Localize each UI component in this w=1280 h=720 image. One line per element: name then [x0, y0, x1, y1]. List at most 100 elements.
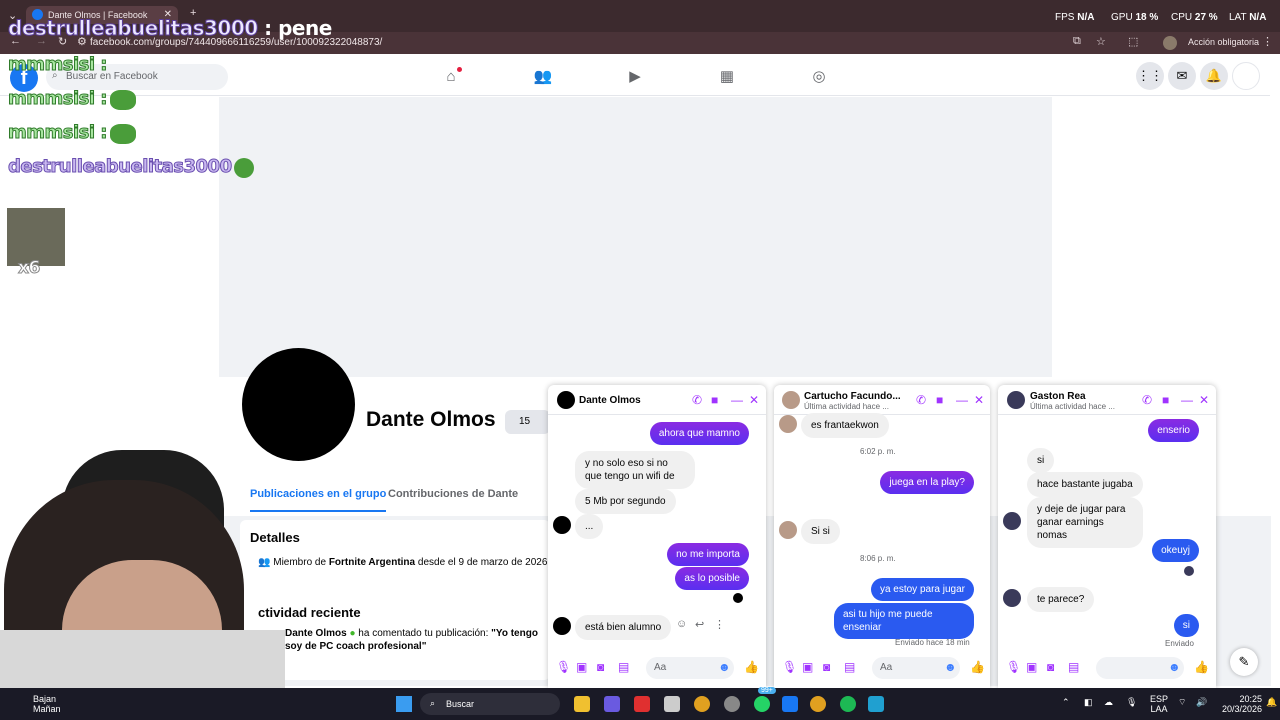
sticker-icon[interactable]: ◙ [823, 660, 830, 674]
tray-expand-icon[interactable]: ⌃ [1062, 697, 1070, 708]
message-in: te parece? [1027, 587, 1095, 612]
clock[interactable]: 20:25 20/3/2026 [1222, 694, 1262, 714]
groups-icon[interactable]: ◎ [808, 66, 830, 88]
react-icon[interactable]: ☺ [676, 618, 687, 630]
mic-icon[interactable]: 🎙 [556, 660, 571, 674]
perf-lat: LAT N/A [1229, 12, 1267, 23]
phone-icon[interactable]: ✆ [916, 393, 926, 407]
mic-icon[interactable]: 🎙 [782, 660, 797, 674]
menu-grid-icon[interactable]: ⋮⋮ [1136, 62, 1164, 90]
chat-header[interactable]: Dante Olmos ✆ ■ — ✕ [548, 385, 766, 415]
message-out: ya estoy para jugar [870, 578, 974, 601]
marketplace-icon[interactable]: ▦ [716, 66, 738, 88]
group-link[interactable]: Fortnite Argentina [329, 557, 415, 568]
friends-icon[interactable]: 👥 [532, 66, 554, 88]
reply-icon[interactable]: ↩ [695, 618, 704, 631]
wifi-icon[interactable]: ⌔ [1178, 697, 1186, 708]
facebook-app-icon[interactable] [782, 696, 798, 712]
message-in: Si si [801, 519, 840, 544]
sticker-icon[interactable]: ◙ [597, 660, 604, 674]
close-icon[interactable]: ✕ [1199, 393, 1209, 407]
taskbar-search[interactable]: ⌕ Buscar [420, 693, 560, 715]
chat-name[interactable]: Gaston Rea [1030, 391, 1086, 402]
minimize-icon[interactable]: — [731, 393, 743, 407]
photo-icon[interactable]: ▣ [576, 660, 587, 674]
bookmark-star-icon[interactable]: ☆ [1096, 35, 1106, 48]
browser-menu-icon[interactable]: ⋮ [1262, 35, 1273, 48]
tray-icon[interactable]: ◧ [1084, 697, 1093, 708]
message-out: as lo posible [675, 567, 749, 590]
extensions-icon[interactable]: ⬚ [1128, 35, 1138, 48]
minimize-icon[interactable]: — [1181, 393, 1193, 407]
action-required-button[interactable]: Acción obligatoria [1188, 37, 1259, 47]
message-in: y deje de jugar para ganar earnings noma… [1027, 497, 1143, 548]
emoji-icon[interactable]: ☻ [1168, 660, 1181, 674]
overlay-line-2: mmmsisi : [8, 88, 109, 110]
chat-avatar[interactable] [1007, 391, 1025, 409]
close-icon[interactable]: ✕ [974, 393, 984, 407]
chat-avatar [779, 415, 797, 433]
notification-center-icon[interactable]: 🔔 [1266, 697, 1277, 708]
close-icon[interactable]: ✕ [749, 393, 759, 407]
photo-icon[interactable]: ▣ [1026, 660, 1037, 674]
chat-name[interactable]: Dante Olmos [579, 395, 641, 406]
install-icon[interactable]: ⧉ [1073, 35, 1081, 48]
gif-icon[interactable]: ▤ [1068, 660, 1079, 674]
seen-indicator [733, 593, 743, 603]
like-icon[interactable]: 👍 [970, 660, 985, 674]
like-icon[interactable]: 👍 [744, 660, 759, 674]
overlay-multiplier: x6 [18, 258, 41, 279]
emoji-icon[interactable]: ☻ [718, 660, 731, 674]
minimize-icon[interactable]: — [956, 393, 968, 407]
whatsapp-icon[interactable] [754, 696, 770, 712]
badge-count[interactable]: 15 [505, 410, 550, 434]
account-avatar[interactable] [1232, 62, 1260, 90]
activity-user[interactable]: Dante Olmos [285, 628, 347, 639]
app-icon[interactable] [868, 696, 884, 712]
chat-header[interactable]: Cartucho Facundo... Última actividad hac… [774, 385, 990, 415]
app-icon[interactable] [724, 696, 740, 712]
weather-widget[interactable]: Bajan Mañan [33, 694, 61, 714]
mic-icon[interactable]: 🎙 [1006, 660, 1021, 674]
tab-contributions[interactable]: Contribuciones de Dante [388, 488, 518, 500]
file-explorer-icon[interactable] [574, 696, 590, 712]
windows-start-icon[interactable] [396, 696, 412, 712]
message-in: 5 Mb por segundo [575, 489, 676, 514]
chat-name[interactable]: Cartucho Facundo... [804, 391, 901, 402]
perf-cpu: CPU 27 % [1171, 12, 1218, 23]
like-icon[interactable]: 👍 [1194, 660, 1209, 674]
chat-avatar[interactable] [557, 391, 575, 409]
messenger-icon[interactable]: ✉ [1168, 62, 1196, 90]
gif-icon[interactable]: ▤ [844, 660, 855, 674]
video-call-icon[interactable]: ■ [936, 393, 943, 407]
microphone-icon[interactable]: 🎙 [1126, 697, 1137, 708]
emoji-icon[interactable]: ☻ [944, 660, 957, 674]
chat-header[interactable]: Gaston Rea Última actividad hace ... ✆ ■… [998, 385, 1216, 415]
chrome-icon[interactable] [694, 696, 710, 712]
phone-icon[interactable]: ✆ [1142, 393, 1152, 407]
chat-window-cartucho: Cartucho Facundo... Última actividad hac… [774, 385, 990, 688]
app-icon[interactable] [604, 696, 620, 712]
facebook-header: f Buscar en Facebook ⌕ ⌂ 👥 ▶ ▦ ◎ ⋮⋮ ✉ 🔔 [0, 58, 1270, 96]
app-icon[interactable] [634, 696, 650, 712]
spotify-icon[interactable] [840, 696, 856, 712]
photo-icon[interactable]: ▣ [802, 660, 813, 674]
tray-icon[interactable]: ☁ [1104, 697, 1113, 708]
phone-icon[interactable]: ✆ [692, 393, 702, 407]
gif-icon[interactable]: ▤ [618, 660, 629, 674]
video-call-icon[interactable]: ■ [1162, 393, 1169, 407]
chat-avatar[interactable] [782, 391, 800, 409]
profile-avatar[interactable] [1163, 36, 1177, 50]
app-icon[interactable] [664, 696, 680, 712]
chat-subtitle: Última actividad hace ... [1030, 402, 1115, 411]
new-message-icon[interactable]: ✎ [1230, 648, 1258, 676]
language-indicator[interactable]: ESP LAA [1150, 694, 1168, 714]
more-icon[interactable]: ⋮ [714, 618, 725, 631]
chrome-icon[interactable] [810, 696, 826, 712]
video-call-icon[interactable]: ■ [711, 393, 718, 407]
timestamp: 6:02 p. m. [860, 447, 896, 456]
sticker-icon[interactable]: ◙ [1047, 660, 1054, 674]
volume-icon[interactable]: 🔊 [1196, 697, 1207, 708]
video-icon[interactable]: ▶ [624, 66, 646, 88]
notifications-bell-icon[interactable]: 🔔 [1200, 62, 1228, 90]
